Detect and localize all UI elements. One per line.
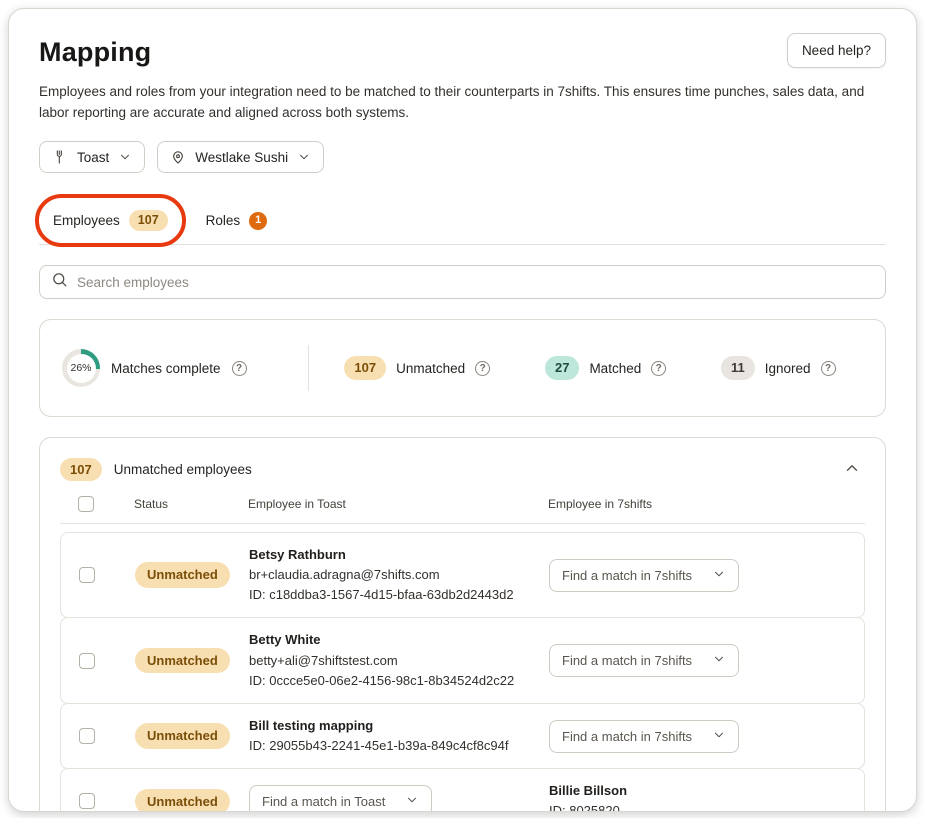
tab-roles-label: Roles [206,213,241,228]
ignored-label: Ignored [765,361,811,376]
find-match-label: Find a match in 7shifts [562,729,692,744]
employee-name: Betsy Rathburn [249,545,549,565]
tab-employees-count-badge: 107 [129,210,168,231]
table-row: Unmatched Bill testing mapping ID: 29055… [60,703,865,769]
match-stats-card: 26% Matches complete 107 Unmatched 27 Ma… [39,319,886,417]
find-match-label: Find a match in Toast [262,794,385,809]
integration-select[interactable]: Toast [39,141,145,173]
employee-id: ID: 8025820 [549,801,846,812]
employee-email: br+claudia.adragna@7shifts.com [249,565,549,585]
chevron-down-icon [405,793,419,810]
toast-employee-info: Betsy Rathburn br+claudia.adragna@7shift… [249,545,549,605]
section-header: 107 Unmatched employees [60,455,865,484]
matches-complete-label: Matches complete [111,361,221,376]
find-match-dropdown[interactable]: Find a match in Toast [249,785,432,812]
chevron-down-icon [712,728,726,745]
mapping-page-card: Mapping Need help? Employees and roles f… [8,8,917,812]
status-badge: Unmatched [135,723,230,749]
matched-label: Matched [589,361,641,376]
collapse-section-button[interactable] [839,455,865,484]
stat-ignored: 11 Ignored [721,356,836,380]
select-all-checkbox[interactable] [78,496,94,512]
status-badge: Unmatched [135,562,230,588]
employee-name: Billie Billson [549,781,846,801]
employee-name: Betty White [249,630,549,650]
employee-id: ID: 29055b43-2241-45e1-b39a-849c4cf8c94f [249,736,549,756]
unmatched-label: Unmatched [396,361,465,376]
7shifts-employee-info: Billie Billson ID: 8025820 [549,781,846,812]
status-badge: Unmatched [135,648,230,674]
chevron-down-icon [118,150,132,164]
column-header-status: Status [134,497,248,511]
search-employees-box [39,265,886,299]
employee-email: betty+ali@7shiftstest.com [249,651,549,671]
table-row: Unmatched Betty White betty+ali@7shiftst… [60,617,865,703]
page-title: Mapping [39,33,151,68]
column-header-7shifts: Employee in 7shifts [548,497,847,511]
section-title: Unmatched employees [114,462,252,477]
find-match-label: Find a match in 7shifts [562,568,692,583]
status-badge: Unmatched [135,789,230,813]
help-icon[interactable] [651,361,666,376]
employee-rows: Unmatched Betsy Rathburn br+claudia.adra… [60,532,865,812]
progress-ring: 26% [62,349,100,387]
matches-complete-group: 26% Matches complete [62,349,308,387]
tab-employees-label: Employees [53,213,120,228]
filter-bar: Toast Westlake Sushi [39,141,886,173]
section-count-badge: 107 [60,458,102,482]
matched-count-badge: 27 [545,356,579,380]
search-icon [51,271,68,293]
search-employees-input[interactable] [77,275,874,290]
find-match-label: Find a match in 7shifts [562,653,692,668]
help-icon[interactable] [232,361,247,376]
location-pin-icon [170,149,186,165]
location-select-label: Westlake Sushi [195,150,288,165]
table-row: Unmatched Betsy Rathburn br+claudia.adra… [60,532,865,618]
employee-id: ID: 0ccce5e0-06e2-4156-98c1-8b34524d2c22 [249,671,549,691]
need-help-button[interactable]: Need help? [787,33,886,68]
help-icon[interactable] [475,361,490,376]
tab-roles-count-badge: 1 [249,212,267,230]
tab-roles[interactable]: Roles 1 [204,199,270,243]
employee-name: Bill testing mapping [249,716,549,736]
table-row: Unmatched Find a match in Toast Billie B… [60,768,865,812]
page-header: Mapping Need help? [39,33,886,68]
row-checkbox[interactable] [79,793,95,809]
ignored-count-badge: 11 [721,356,755,380]
unmatched-employees-section: 107 Unmatched employees Status Employee … [39,437,886,812]
column-header-toast: Employee in Toast [248,497,548,511]
row-checkbox[interactable] [79,728,95,744]
row-checkbox[interactable] [79,567,95,583]
stat-counters: 107 Unmatched 27 Matched 11 Ignored [317,356,863,380]
chevron-down-icon [712,652,726,669]
tab-employees[interactable]: Employees 107 [51,197,170,244]
stat-matched: 27 Matched [545,356,666,380]
integration-select-label: Toast [77,150,109,165]
find-match-dropdown[interactable]: Find a match in 7shifts [549,559,739,592]
tab-bar: Employees 107 Roles 1 [39,197,886,245]
find-match-dropdown[interactable]: Find a match in 7shifts [549,644,739,677]
find-match-dropdown[interactable]: Find a match in 7shifts [549,720,739,753]
utensils-icon [52,149,68,165]
row-checkbox[interactable] [79,653,95,669]
vertical-divider [308,345,309,391]
chevron-up-icon [843,465,861,480]
table-header-row: Status Employee in Toast Employee in 7sh… [60,496,865,524]
toast-employee-info: Bill testing mapping ID: 29055b43-2241-4… [249,716,549,756]
unmatched-count-badge: 107 [344,356,386,380]
toast-employee-info: Betty White betty+ali@7shiftstest.com ID… [249,630,549,690]
employee-id: ID: c18ddba3-1567-4d15-bfaa-63db2d2443d2 [249,585,549,605]
stat-unmatched: 107 Unmatched [344,356,490,380]
chevron-down-icon [297,150,311,164]
chevron-down-icon [712,567,726,584]
progress-percent: 26% [67,354,96,383]
location-select[interactable]: Westlake Sushi [157,141,324,173]
help-icon[interactable] [821,361,836,376]
page-description: Employees and roles from your integratio… [39,82,886,123]
